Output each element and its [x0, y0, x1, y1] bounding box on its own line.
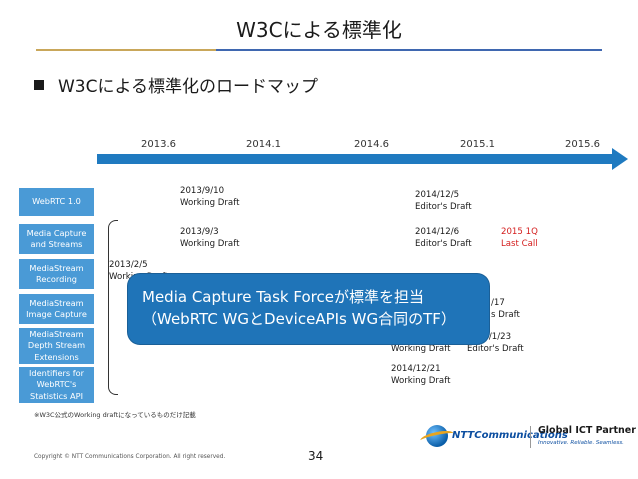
year-label: 2014.1 — [246, 139, 281, 150]
event-label: 2014/12/21 Working Draft — [391, 364, 451, 386]
group-bracket — [108, 220, 118, 395]
event-label: 2014/12/6 Editor's Draft — [415, 227, 472, 249]
year-label: 2014.6 — [354, 139, 389, 150]
logo-tagline: Innovative. Reliable. Seamless. — [538, 440, 624, 446]
title-underline-accent — [36, 49, 216, 51]
spec-box-stats-api: Identifiers for WebRTC's Statistics API — [19, 367, 94, 403]
spec-box-media-capture: Media Capture and Streams — [19, 224, 94, 254]
spec-box-depth-stream: MediaStream Depth Stream Extensions — [19, 328, 94, 364]
year-label: 2015.6 — [565, 139, 600, 150]
event-label: 2013/9/3 Working Draft — [180, 227, 240, 249]
task-force-callout: Media Capture Task Forceが標準を担当 （WebRTC W… — [128, 274, 489, 344]
footnote: ※W3C公式のWorking draftになっているものだけ記載 — [34, 411, 196, 419]
event-label-last-call: 2015 1Q Last Call — [501, 227, 538, 249]
spec-box-recording: MediaStream Recording — [19, 259, 94, 289]
page-number: 34 — [308, 449, 324, 463]
spec-box-image-capture: MediaStream Image Capture — [19, 294, 94, 324]
bullet-heading: W3Cによる標準化のロードマップ — [58, 77, 318, 97]
event-label: 2014/12/5 Editor's Draft — [415, 190, 472, 212]
timeline-arrowhead-icon — [612, 148, 628, 170]
callout-line-2: （WebRTC WGとDeviceAPIs WG合同のTF） — [142, 309, 456, 328]
copyright-text: Copyright © NTT Communications Corporati… — [34, 454, 226, 460]
year-label: 2013.6 — [141, 139, 176, 150]
timeline-arrow — [97, 154, 617, 164]
logo-divider — [530, 426, 531, 448]
event-label: 2013/9/10 Working Draft — [180, 186, 240, 208]
spec-box-webrtc: WebRTC 1.0 — [19, 188, 94, 216]
year-label: 2015.1 — [460, 139, 495, 150]
bullet-square-icon — [34, 80, 44, 90]
slide-title: W3Cによる標準化 — [236, 18, 402, 42]
callout-line-1: Media Capture Task Forceが標準を担当 — [142, 288, 424, 306]
event-label: /17 s Draft — [491, 298, 520, 320]
partner-slogan: Global ICT Partner — [538, 425, 636, 436]
